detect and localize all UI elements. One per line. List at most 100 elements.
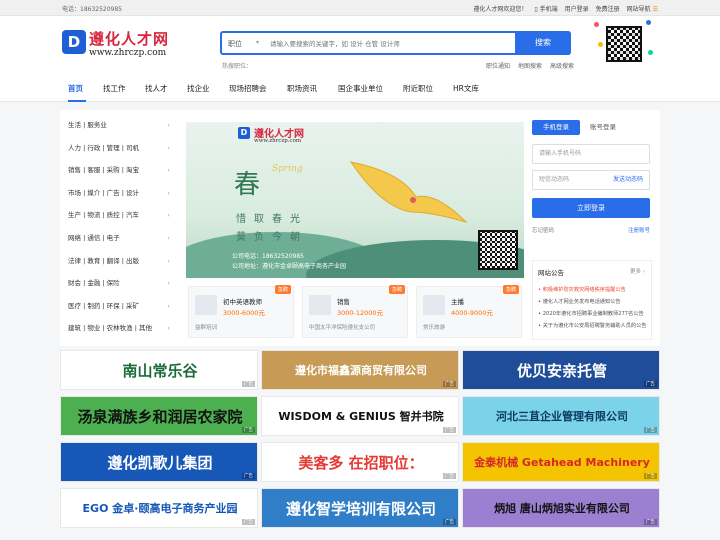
- main-nav: 首页 找工作 找人才 找企业 现场招聘会 职场资讯 国企事业单位 附近职位 HR…: [0, 76, 720, 102]
- ad-banner[interactable]: 优贝安亲托管 广告: [462, 350, 660, 390]
- category-item[interactable]: 人力 | 行政 | 管理 | 司机 ›: [68, 140, 176, 163]
- logo-en: www.zhrczp.com: [89, 48, 167, 58]
- banner-phone: 公司电话：18632520985: [232, 253, 304, 260]
- logo-mark: D: [62, 30, 86, 54]
- category-label: 人力 | 行政 | 管理 | 司机: [68, 143, 139, 152]
- category-label: 生产 | 物流 | 质控 | 汽车: [68, 211, 139, 220]
- nav-nearby-jobs[interactable]: 附近职位: [403, 83, 433, 94]
- site-nav-label: 网站导航: [626, 6, 651, 13]
- category-item[interactable]: 销售 | 客服 | 采购 | 淘宝 ›: [68, 162, 176, 185]
- job-card[interactable]: 急聘 主播 4000-9000元 常乐旅游: [416, 285, 522, 338]
- nav-hr-library[interactable]: HR文库: [453, 83, 479, 94]
- notice-item[interactable]: • 关于为遵化市公安局招聘警务辅助人员的公告: [538, 322, 650, 329]
- banner-poem-line1: 惜取春光: [236, 214, 308, 225]
- register-account-link[interactable]: 注册账号: [628, 226, 650, 234]
- job-card[interactable]: 急聘 销售 3000-12000元 中国太平洋保险遵化支公司: [302, 285, 408, 338]
- advanced-search-link[interactable]: 高级搜索: [550, 61, 574, 70]
- category-item[interactable]: 市场 | 媒介 | 广告 | 设计 ›: [68, 185, 176, 208]
- nav-find-talent[interactable]: 找人才: [145, 83, 168, 94]
- ad-banner[interactable]: 南山常乐谷 广告: [60, 350, 258, 390]
- ad-tag: 广告: [443, 381, 456, 387]
- category-item[interactable]: 医疗 | 制药 | 环保 | 采矿 ›: [68, 298, 176, 321]
- banner-address: 公司地址：遵化市金卓颐高电子商务产业园: [232, 263, 347, 270]
- notice-panel: 网站公告 更多 › • 积极维护防灾救灾网络秩序提醒公告 • 遵化人才网业务发布…: [532, 260, 652, 340]
- category-item[interactable]: 网络 | 通信 | 电子 ›: [68, 230, 176, 253]
- mobile-link[interactable]: ▯ 手机端: [534, 4, 557, 13]
- decor-dot: [646, 20, 651, 25]
- ad-banner[interactable]: WISDOM & GENIUS 智并书院 广告: [261, 396, 459, 436]
- notice-item[interactable]: • 2020年遵化市招聘事业编制教师277名公告: [538, 310, 650, 317]
- ad-banner[interactable]: 汤泉满族乡和润居农家院 广告: [60, 396, 258, 436]
- nav-find-company[interactable]: 找企业: [187, 83, 210, 94]
- job-title: 初中英语教师: [223, 298, 262, 306]
- banner-spring-char: 春: [234, 170, 261, 200]
- job-salary: 3000-12000元: [337, 309, 384, 317]
- banner-contact: 公司电话：18632520985 公司地址：遵化市金卓颐高电子商务产业园: [232, 252, 346, 272]
- search-box: 职位 ▾ 搜索: [220, 31, 571, 55]
- search-type-select[interactable]: 职位: [228, 39, 242, 49]
- nav-active-indicator: [68, 100, 86, 102]
- category-item[interactable]: 生活 | 服务业 ›: [68, 117, 176, 140]
- notice-item-text: 积极维护防灾救灾网络秩序提醒公告: [542, 287, 626, 293]
- ad-banner[interactable]: 美客多 在招职位： 广告: [261, 442, 459, 482]
- chevron-right-icon: ›: [167, 233, 170, 242]
- ad-banner[interactable]: 遵化市福鑫源商贸有限公司 广告: [261, 350, 459, 390]
- banner-poem-line2: 莫负今朝: [236, 232, 308, 243]
- sms-code-field[interactable]: 短信动态码 发送动态码: [532, 170, 650, 190]
- send-code-button[interactable]: 发送动态码: [613, 171, 643, 189]
- category-item[interactable]: 建筑 | 物业 | 农林牧渔 | 其他 ›: [68, 320, 176, 343]
- notice-item-text: 2020年遵化市招聘事业编制教师277名公告: [542, 311, 644, 317]
- tab-account-login[interactable]: 账号登录: [590, 120, 616, 135]
- nav-state-owned[interactable]: 国企事业单位: [338, 83, 383, 94]
- job-notify-link[interactable]: 职位通知: [486, 61, 510, 70]
- chevron-right-icon: ›: [167, 121, 170, 129]
- chevron-right-icon: ›: [167, 188, 170, 197]
- ad-tag: 广告: [443, 427, 456, 433]
- nav-news[interactable]: 职场资讯: [287, 83, 317, 94]
- ad-tag: 广告: [443, 473, 456, 479]
- promo-banner[interactable]: D 遵化人才网 www.zhrczp.com 春 Spring 惜取春光 莫负今…: [186, 122, 524, 278]
- notice-more-link[interactable]: 更多 ›: [630, 267, 645, 275]
- top-bar: 电话：18632520985 遵化人才网欢迎您！ ▯ 手机端 用户登录 免费注册…: [0, 0, 720, 16]
- map-search-link[interactable]: 地图搜索: [518, 61, 542, 70]
- category-item[interactable]: 法律 | 教育 | 翻译 | 出版 ›: [68, 253, 176, 276]
- search-button[interactable]: 搜索: [515, 31, 571, 55]
- urgent-badge: 急聘: [274, 285, 291, 294]
- ad-banner[interactable]: 炳旭 唐山炳旭实业有限公司 广告: [462, 488, 660, 528]
- chevron-right-icon: ›: [167, 301, 170, 310]
- header: D 遵化人才网 www.zhrczp.com 职位 ▾ 搜索 热搜职位： 职位通…: [0, 16, 720, 76]
- notice-title: 网站公告: [538, 269, 564, 277]
- chevron-down-icon: ▾: [256, 39, 260, 46]
- category-item[interactable]: 财会 | 金融 | 保险 ›: [68, 275, 176, 298]
- ad-text: 河北三苴企业管理有限公司: [496, 410, 628, 423]
- nav-job-fair[interactable]: 现场招聘会: [229, 83, 267, 94]
- notice-item[interactable]: • 积极维护防灾救灾网络秩序提醒公告: [538, 286, 650, 293]
- site-logo[interactable]: D 遵化人才网 www.zhrczp.com: [62, 28, 182, 62]
- category-item[interactable]: 生产 | 物流 | 质控 | 汽车 ›: [68, 207, 176, 230]
- forgot-password-link[interactable]: 忘记密码: [532, 226, 554, 234]
- ad-banner[interactable]: 金泰机械 Getahead Machinery 广告: [462, 442, 660, 482]
- register-link[interactable]: 免费注册: [596, 4, 620, 13]
- category-label: 网络 | 通信 | 电子: [68, 233, 120, 242]
- login-link[interactable]: 用户登录: [565, 4, 589, 13]
- ad-banner[interactable]: 遵化凯歌儿集团 广告: [60, 442, 258, 482]
- search-input[interactable]: [270, 36, 510, 51]
- ad-text: 炳旭 唐山炳旭实业有限公司: [494, 502, 630, 515]
- job-card[interactable]: 急聘 初中英语教师 3000-6000元 益群培训: [188, 285, 294, 338]
- category-label: 销售 | 客服 | 采购 | 淘宝: [68, 166, 139, 175]
- company-logo: [195, 295, 217, 315]
- ad-banner[interactable]: 遵化智学培训有限公司 广告: [261, 488, 459, 528]
- ad-banner[interactable]: 河北三苴企业管理有限公司 广告: [462, 396, 660, 436]
- nav-home[interactable]: 首页: [68, 83, 83, 94]
- job-company: 常乐旅游: [423, 325, 446, 331]
- login-submit-button[interactable]: 立即登录: [532, 198, 650, 218]
- category-label: 市场 | 媒介 | 广告 | 设计: [68, 188, 139, 197]
- ad-tag: 广告: [242, 427, 255, 433]
- tab-mobile-login[interactable]: 手机登录: [532, 120, 580, 135]
- notice-item[interactable]: • 遵化人才网业务发布电话通知公告: [538, 298, 650, 305]
- phone-placeholder: 请输入手机号码: [539, 150, 582, 157]
- site-nav-link[interactable]: 网站导航 ☰: [627, 4, 658, 13]
- phone-field[interactable]: 请输入手机号码: [532, 144, 650, 164]
- nav-find-job[interactable]: 找工作: [103, 83, 126, 94]
- ad-banner[interactable]: EGO 金卓·颐高电子商务产业园 广告: [60, 488, 258, 528]
